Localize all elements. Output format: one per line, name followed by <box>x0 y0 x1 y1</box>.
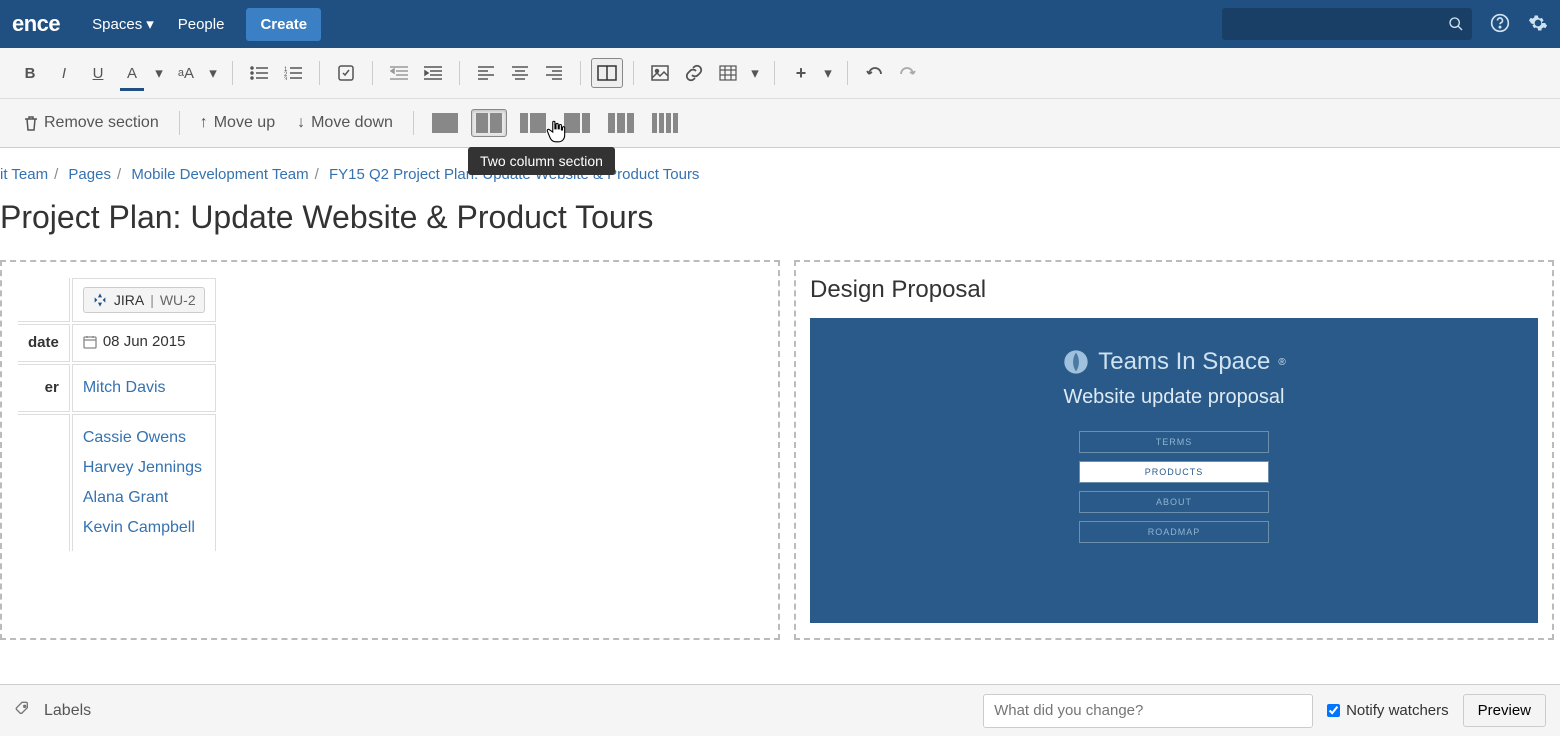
date-value[interactable]: 08 Jun 2015 <box>83 333 186 350</box>
search-input[interactable] <box>1222 8 1472 40</box>
insert-image-button[interactable] <box>644 58 676 88</box>
jira-icon <box>92 292 108 308</box>
design-proposal-heading: Design Proposal <box>810 276 1538 304</box>
insert-more-dropdown[interactable]: ▾ <box>819 58 837 88</box>
globe-icon <box>1062 348 1090 376</box>
user-link[interactable]: Mitch Davis <box>83 373 205 403</box>
cursor-hand-icon <box>543 117 569 148</box>
layout-two-col-button[interactable] <box>471 109 507 137</box>
nav-spaces[interactable]: Spaces ▾ <box>80 9 166 39</box>
notify-label: Notify watchers <box>1346 702 1449 719</box>
insert-table-button[interactable] <box>712 58 744 88</box>
page-title[interactable]: Project Plan: Update Website & Product T… <box>0 191 1560 260</box>
remove-section-button[interactable]: Remove section <box>14 110 169 136</box>
mock-nav-item: ABOUT <box>1079 491 1269 513</box>
layout-tooltip: Two column section <box>468 147 615 175</box>
app-logo[interactable]: ence <box>12 11 60 37</box>
user-link[interactable]: Cassie Owens <box>83 423 205 453</box>
clear-formatting-button[interactable]: aA <box>170 58 202 88</box>
search-icon <box>1448 16 1464 32</box>
mock-nav-item: ROADMAP <box>1079 521 1269 543</box>
remove-section-label: Remove section <box>44 114 159 132</box>
layout-three-col-button[interactable] <box>603 109 639 137</box>
insert-link-button[interactable] <box>678 58 710 88</box>
page-layout-button[interactable] <box>591 58 623 88</box>
bold-button[interactable]: B <box>14 58 46 88</box>
mock-subtitle: Website update proposal <box>1064 386 1285 409</box>
move-up-label: Move up <box>214 114 275 132</box>
nav-people[interactable]: People <box>166 10 237 39</box>
top-nav: ence Spaces ▾ People Create <box>0 0 1560 48</box>
redo-button[interactable] <box>892 58 924 88</box>
user-link[interactable]: Kevin Campbell <box>83 513 205 543</box>
section-right-column[interactable]: Design Proposal Teams In Space ® Website… <box>794 260 1554 640</box>
insert-more-button[interactable]: + <box>785 58 817 88</box>
help-icon[interactable] <box>1490 13 1510 36</box>
tag-icon <box>14 701 30 720</box>
move-down-button[interactable]: ↓ Move down <box>287 110 403 136</box>
change-comment-input[interactable] <box>983 694 1313 728</box>
undo-button[interactable] <box>858 58 890 88</box>
mock-brand-text: Teams In Space <box>1098 348 1270 376</box>
indent-button[interactable] <box>417 58 449 88</box>
align-left-button[interactable] <box>470 58 502 88</box>
align-right-button[interactable] <box>538 58 570 88</box>
italic-button[interactable]: I <box>48 58 80 88</box>
layout-three-col-sidebars-button[interactable] <box>647 109 683 137</box>
mock-brand: Teams In Space ® <box>1062 348 1285 376</box>
design-mockup: Teams In Space ® Website update proposal… <box>810 318 1538 623</box>
svg-text:3: 3 <box>284 77 288 80</box>
date-label: date <box>18 324 70 362</box>
editor-toolbar: B I U A ▾ aA ▾ 123 <box>0 48 1560 148</box>
align-center-button[interactable] <box>504 58 536 88</box>
preview-button[interactable]: Preview <box>1463 694 1546 727</box>
more-formatting-dropdown[interactable]: ▾ <box>204 58 222 88</box>
calendar-icon <box>83 335 97 349</box>
page-content: it Team/ Pages/ Mobile Development Team/… <box>0 148 1560 640</box>
text-color-button[interactable]: A <box>116 58 148 88</box>
numbered-list-button[interactable]: 123 <box>277 58 309 88</box>
breadcrumb: it Team/ Pages/ Mobile Development Team/… <box>0 158 1560 191</box>
layout-one-col-button[interactable] <box>427 109 463 137</box>
date-text: 08 Jun 2015 <box>103 333 186 350</box>
breadcrumb-item[interactable]: Pages <box>68 166 111 183</box>
notify-watchers-toggle[interactable]: Notify watchers <box>1327 702 1449 719</box>
labels-button[interactable]: Labels <box>44 702 91 720</box>
bullet-list-button[interactable] <box>243 58 275 88</box>
metadata-table: JIRA | WU-2 date 08 Jun 2015 <box>16 276 218 553</box>
nav-spaces-label: Spaces <box>92 16 142 33</box>
move-down-label: Move down <box>311 114 393 132</box>
jira-badge[interactable]: JIRA | WU-2 <box>83 287 205 313</box>
table-dropdown[interactable]: ▾ <box>746 58 764 88</box>
owner-label: er <box>18 364 70 412</box>
breadcrumb-item[interactable]: it Team <box>0 166 48 183</box>
mock-nav-item: TERMS <box>1079 431 1269 453</box>
trash-icon <box>24 115 38 131</box>
outdent-button[interactable] <box>383 58 415 88</box>
notify-checkbox[interactable] <box>1327 704 1340 717</box>
user-link[interactable]: Harvey Jennings <box>83 453 205 483</box>
jira-label: JIRA <box>114 292 144 308</box>
underline-button[interactable]: U <box>82 58 114 88</box>
move-up-button[interactable]: ↑ Move up <box>190 110 285 136</box>
editor-footer: Labels Notify watchers Preview <box>0 684 1560 736</box>
jira-key: WU-2 <box>160 292 196 308</box>
text-color-dropdown[interactable]: ▾ <box>150 58 168 88</box>
breadcrumb-item[interactable]: Mobile Development Team <box>131 166 308 183</box>
settings-icon[interactable] <box>1528 13 1548 36</box>
caret-down-icon: ▾ <box>146 15 154 33</box>
mock-nav-item: PRODUCTS <box>1079 461 1269 483</box>
nav-create-button[interactable]: Create <box>246 8 321 41</box>
task-list-button[interactable] <box>330 58 362 88</box>
arrow-up-icon: ↑ <box>200 114 208 132</box>
arrow-down-icon: ↓ <box>297 114 305 132</box>
section-left-column[interactable]: JIRA | WU-2 date 08 Jun 2015 <box>0 260 780 640</box>
user-link[interactable]: Alana Grant <box>83 483 205 513</box>
